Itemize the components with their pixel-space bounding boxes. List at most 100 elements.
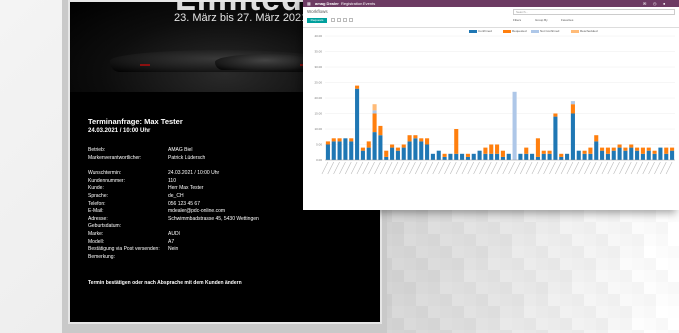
y-tick-label: 0.00	[316, 158, 322, 162]
bar-segment	[448, 153, 453, 160]
request-datetime: 24.03.2021 / 10:00 Uhr	[88, 128, 151, 134]
request-heading: Terminanfrage: Max Tester	[88, 117, 183, 126]
y-tick-label: 15.00	[314, 112, 322, 116]
bar-segment	[600, 147, 605, 151]
detail-label: Sprache:	[88, 193, 109, 199]
bar-segment	[664, 147, 669, 154]
detail-label: Geburtsdatum:	[88, 223, 122, 230]
y-tick-label: 35.00	[314, 50, 322, 54]
x-tick-label	[356, 161, 364, 175]
x-tick-label	[514, 161, 521, 175]
detail-label: Telefon:	[88, 200, 106, 207]
bar-segment	[629, 144, 634, 148]
detail-row: Geburtsdatum:	[88, 223, 168, 230]
bar-segment	[617, 147, 622, 160]
bar-segment	[500, 150, 505, 157]
x-tick-label	[409, 161, 416, 175]
y-tick-label: 30.00	[314, 65, 322, 69]
bar-segment	[495, 153, 500, 160]
bar-segment	[541, 153, 546, 160]
bar-segment	[489, 144, 494, 154]
detail-label: Bemerkung:	[88, 253, 115, 260]
x-tick-label	[560, 161, 568, 175]
bar-segment	[366, 147, 371, 160]
detail-value: 24.03.2021 / 10:00 Uhr	[168, 170, 220, 177]
bar-segment	[541, 150, 546, 154]
bar-segment	[559, 153, 564, 157]
x-tick-label	[403, 161, 410, 175]
detail-value: Nein	[168, 246, 179, 253]
bar-segment	[395, 150, 400, 160]
x-tick-label	[362, 161, 370, 175]
bar-segment	[629, 147, 634, 160]
bar-segment	[524, 147, 529, 154]
bar-segment	[471, 153, 476, 160]
bar-segment	[407, 141, 412, 160]
x-tick-label	[426, 161, 434, 175]
x-tick-label	[455, 161, 463, 175]
bar-segment	[518, 153, 523, 160]
x-tick-label	[531, 161, 539, 175]
x-tick-label	[432, 161, 440, 175]
bar-segment	[419, 138, 424, 142]
bar-segment	[331, 138, 336, 142]
detail-label: Wunschtermin:	[88, 170, 122, 177]
bar-segment	[535, 156, 540, 160]
x-tick-label	[339, 161, 346, 175]
detail-row: Sprache: de_CH	[88, 193, 184, 200]
bar-segment	[670, 150, 675, 160]
x-tick-label	[584, 161, 591, 175]
x-tick-label	[543, 161, 550, 175]
bar-segment	[419, 141, 424, 160]
bar-segment	[535, 138, 540, 157]
x-tick-label	[490, 161, 498, 175]
detail-value: Schwimmbadstrasse 45, 5430 Wettingen	[168, 215, 259, 222]
bar-segment	[378, 125, 383, 136]
bar-segment	[588, 153, 593, 160]
bar-segment	[611, 150, 616, 160]
bar-segment	[454, 153, 459, 160]
x-tick-label	[467, 161, 475, 175]
x-tick-label	[659, 161, 667, 175]
detail-row: E-Mail: mdealer@pdc-online.com	[88, 208, 225, 215]
bar-segment	[623, 147, 628, 151]
bar-segment	[640, 147, 645, 154]
bar-segment	[436, 150, 441, 160]
bar-segment	[337, 141, 342, 160]
hero-date: 23. März bis 27. März 2021	[174, 12, 308, 24]
detail-label: Modell:	[88, 238, 105, 245]
x-tick-label	[595, 161, 603, 175]
detail-value: de_CH	[168, 193, 184, 199]
detail-value: Patrick Lüdersch	[168, 154, 206, 161]
x-tick-label	[414, 161, 422, 175]
bar-segment	[325, 141, 330, 145]
detail-row: Modell: A7	[88, 239, 174, 246]
y-tick-label: 25.00	[314, 81, 322, 85]
detail-label: Kunde:	[88, 185, 104, 192]
bar-segment	[325, 144, 330, 160]
bar-segment	[395, 147, 400, 151]
confirm-note[interactable]: Termin bestätigen oder nach Absprache mi…	[88, 280, 242, 286]
x-tick-label	[321, 161, 329, 175]
bar-segment	[635, 147, 640, 151]
bar-segment	[559, 156, 564, 160]
x-tick-label	[502, 161, 510, 175]
detail-row: Bestätigung via Post versenden: Nein	[88, 246, 178, 253]
x-tick-label	[374, 161, 381, 175]
bar-segment	[530, 153, 535, 160]
bar-segment	[547, 153, 552, 160]
bar-segment	[413, 138, 418, 160]
x-tick-label	[554, 161, 562, 175]
bar-segment	[495, 144, 500, 154]
bar-segment	[611, 147, 616, 151]
bar-segment	[524, 153, 529, 160]
x-tick-label	[344, 161, 352, 175]
detail-row: Adresse: Schwimmbadstrasse 45, 5430 Wetti…	[88, 216, 259, 223]
bar-segment	[384, 156, 389, 160]
bar-segment	[506, 153, 511, 160]
bar-segment	[605, 147, 610, 154]
x-tick-label	[566, 161, 574, 175]
detail-row: Betrieb: AMAG Biel	[88, 147, 192, 154]
detail-value: AUDI	[168, 231, 180, 237]
bar-segment	[483, 147, 488, 154]
